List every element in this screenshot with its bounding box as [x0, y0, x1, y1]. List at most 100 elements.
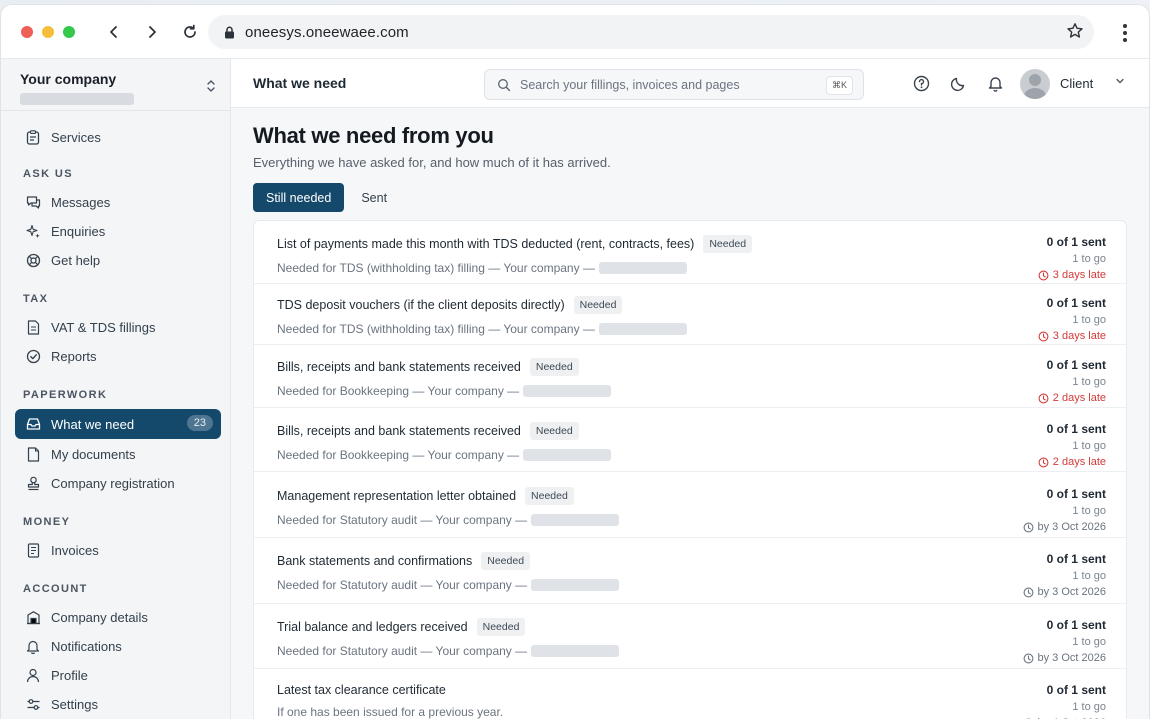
sidebar-item-settings[interactable]: Settings: [15, 690, 221, 718]
address-bar[interactable]: oneesys.oneewaee.com: [208, 15, 1094, 49]
sidebar-item-services[interactable]: Services: [15, 123, 221, 151]
page-subtitle: Everything we have asked for, and how mu…: [253, 155, 611, 170]
due-text: 2 days late: [1052, 456, 1106, 468]
reload-icon[interactable]: [175, 17, 205, 47]
request-title-line: Latest tax clearance certificate: [277, 683, 1103, 697]
chevron-up-down-icon[interactable]: [206, 79, 216, 93]
minimize-window-button[interactable]: [42, 25, 54, 38]
redacted-text: [531, 645, 620, 657]
request-status: 0 of 1 sent 1 to go 3 days late: [1038, 235, 1106, 281]
sent-count: 0 of 1 sent: [1046, 296, 1106, 310]
check-circle-icon: [24, 347, 42, 365]
sidebar-item-messages[interactable]: Messages: [15, 188, 221, 216]
chevron-down-icon[interactable]: [1115, 76, 1125, 86]
request-row[interactable]: Bills, receipts and bank statements rece…: [254, 345, 1126, 408]
due-text: 3 days late: [1052, 330, 1106, 342]
due-text: 3 days late: [1052, 269, 1106, 281]
browser-menu-icon[interactable]: [1123, 24, 1127, 42]
sidebar-item-profile[interactable]: Profile: [15, 661, 221, 689]
sidebar-item-my-documents[interactable]: My documents: [15, 440, 221, 468]
sent-count: 0 of 1 sent: [1046, 235, 1106, 249]
sidebar-item-label: My documents: [51, 446, 136, 462]
sidebar-item-label: Invoices: [51, 542, 99, 558]
request-title-line: Bills, receipts and bank statements rece…: [277, 422, 1103, 440]
remaining-count: 1 to go: [1072, 636, 1106, 648]
user-name[interactable]: Client: [1060, 76, 1093, 91]
sidebar-item-notifications[interactable]: Notifications: [15, 632, 221, 660]
section-tax: TAX: [23, 293, 49, 305]
request-title: TDS deposit vouchers (if the client depo…: [277, 298, 565, 312]
request-row[interactable]: Management representation letter obtaine…: [254, 472, 1126, 538]
request-row[interactable]: Trial balance and ledgers received Needed…: [254, 604, 1126, 669]
request-title: Bills, receipts and bank statements rece…: [277, 424, 521, 438]
request-status: 0 of 1 sent 1 to go 2 days late: [1038, 422, 1106, 468]
request-subtitle: If one has been issued for a previous ye…: [277, 705, 504, 719]
top-actions: [911, 73, 1005, 93]
sidebar-item-what-we-need[interactable]: What we need 23: [15, 409, 221, 439]
search-input[interactable]: Search your fillings, invoices and pages…: [484, 69, 864, 100]
request-row[interactable]: Bills, receipts and bank statements rece…: [254, 408, 1126, 472]
request-subtitle: Needed for Bookkeeping — Your company —: [277, 448, 520, 462]
sidebar-item-company-registration[interactable]: Company registration: [15, 469, 221, 497]
request-row[interactable]: Bank statements and confirmations Needed N…: [254, 538, 1126, 604]
request-title-line: List of payments made this month with TD…: [277, 235, 1103, 253]
help-icon[interactable]: [911, 73, 931, 93]
sent-count: 0 of 1 sent: [1046, 618, 1106, 632]
due-text: by 3 Oct 2026: [1037, 521, 1107, 533]
clipboard-icon: [24, 128, 42, 146]
request-subtitle-line: Needed for Statutory audit — Your compan…: [277, 513, 1103, 527]
status-badge: Needed: [525, 487, 574, 505]
page-title: What we need from you: [253, 123, 494, 148]
remaining-count: 1 to go: [1072, 701, 1106, 713]
tab-still-needed[interactable]: Still needed: [253, 183, 345, 212]
request-list: List of payments made this month with TD…: [253, 220, 1127, 719]
sidebar-item-company-details[interactable]: Company details: [15, 603, 221, 631]
sidebar-item-enquiries[interactable]: Enquiries: [15, 217, 221, 245]
page-header-title: What we need: [253, 75, 347, 91]
search-placeholder: Search your fillings, invoices and pages: [520, 77, 740, 92]
redacted-text: [598, 323, 687, 335]
sparkle-icon: [24, 222, 42, 240]
due-status: 3 days late: [1038, 330, 1106, 342]
tab-bar: Still needed Sent: [253, 183, 1127, 212]
request-row[interactable]: List of payments made this month with TD…: [254, 221, 1126, 284]
receipt-icon: [24, 541, 42, 559]
status-badge: Needed: [529, 358, 579, 376]
avatar[interactable]: [1020, 69, 1050, 99]
status-badge: Needed: [573, 296, 623, 314]
file-icon: [24, 445, 42, 463]
moon-icon[interactable]: [948, 73, 968, 93]
status-badge: Needed: [476, 618, 526, 636]
sidebar-item-get-help[interactable]: Get help: [15, 246, 221, 274]
request-subtitle: Needed for TDS (withholding tax) filling…: [277, 322, 595, 336]
count-badge: 23: [186, 415, 213, 431]
forward-icon[interactable]: [137, 17, 167, 47]
sidebar-item-vat-tds-fillings[interactable]: VAT & TDS fillings: [15, 313, 221, 341]
search-icon: [497, 78, 511, 92]
request-subtitle-line: Needed for Statutory audit — Your compan…: [277, 644, 1103, 658]
clock-icon: [1023, 522, 1034, 533]
keyboard-shortcut-badge: ⌘K: [825, 76, 853, 95]
back-icon[interactable]: [99, 17, 129, 47]
request-title: Bills, receipts and bank statements rece…: [277, 360, 521, 374]
redacted-text: [531, 579, 620, 591]
sidebar-item-reports[interactable]: Reports: [15, 342, 221, 370]
section-account: ACCOUNT: [23, 583, 88, 595]
sidebar-item-label: Profile: [51, 667, 88, 683]
bookmark-star-icon[interactable]: [1066, 22, 1084, 40]
due-status: 3 days late: [1038, 269, 1106, 281]
request-row[interactable]: TDS deposit vouchers (if the client depo…: [254, 284, 1126, 345]
sidebar-item-invoices[interactable]: Invoices: [15, 536, 221, 564]
maximize-window-button[interactable]: [63, 25, 75, 38]
bell-icon: [24, 637, 42, 655]
sidebar-item-label: What we need: [51, 416, 135, 432]
request-title-line: Management representation letter obtaine…: [277, 487, 1103, 505]
request-row[interactable]: Latest tax clearance certificate If one h…: [254, 669, 1126, 719]
close-window-button[interactable]: [21, 25, 33, 38]
document-icon: [24, 318, 42, 336]
tab-sent[interactable]: Sent: [348, 183, 400, 212]
company-switcher[interactable]: Your company: [1, 59, 230, 111]
request-subtitle-line: Needed for Bookkeeping — Your company —: [277, 448, 1103, 462]
bell-icon[interactable]: [985, 73, 1005, 93]
due-status: by 3 Oct 2026: [1023, 652, 1106, 664]
